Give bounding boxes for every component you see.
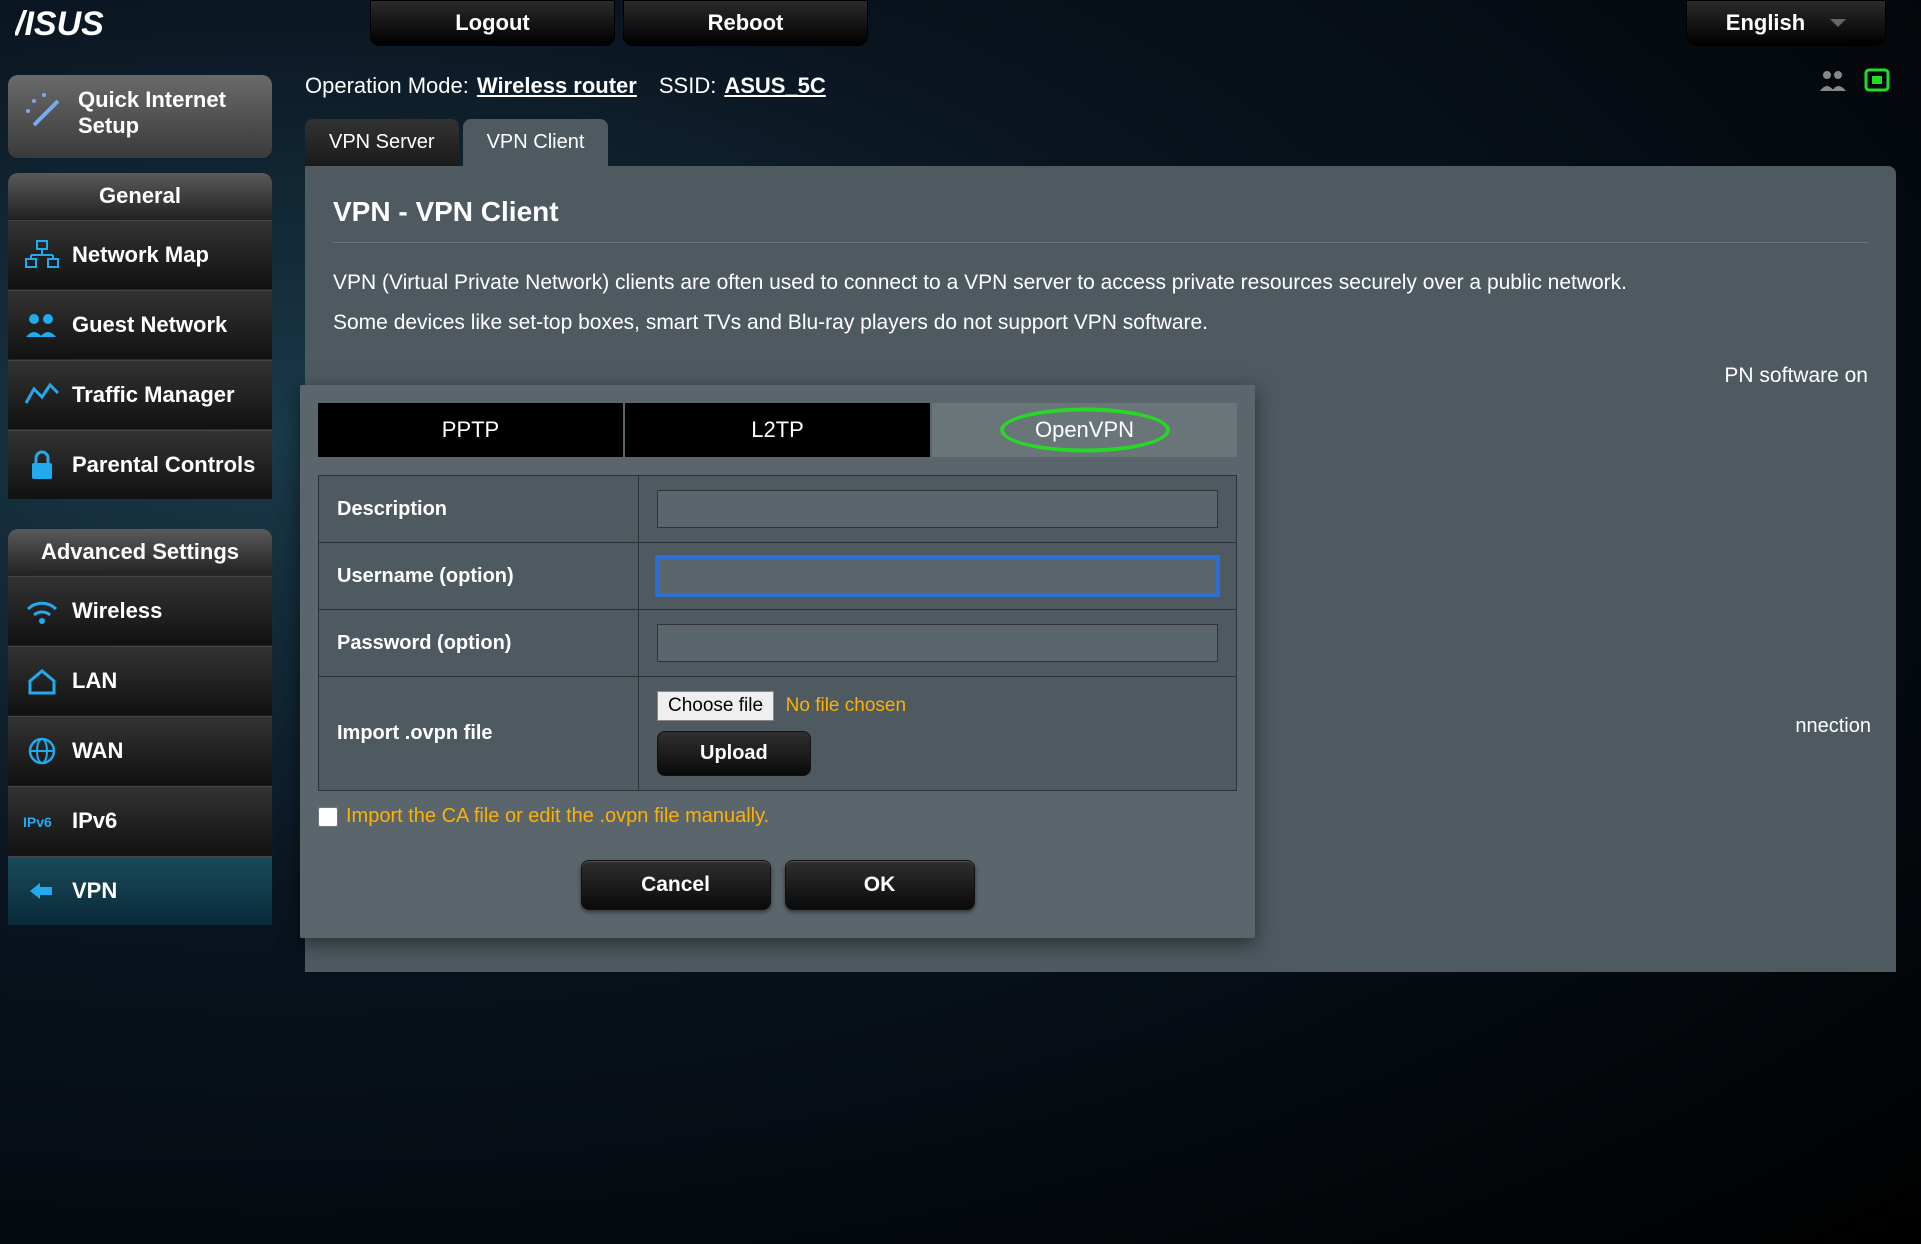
logout-button[interactable]: Logout [370,0,615,46]
language-label: English [1726,10,1805,36]
sidebar: Quick Internet Setup General Network Map… [0,55,280,972]
globe-icon [22,735,62,767]
import-ca-checkbox[interactable] [318,807,338,827]
sidebar-item-traffic-manager[interactable]: Traffic Manager [8,360,272,429]
qis-label: Quick Internet Setup [78,87,248,140]
import-ca-label[interactable]: Import the CA file or edit the .ovpn fil… [346,805,769,828]
sidebar-item-wan[interactable]: WAN [8,716,272,785]
sidebar-item-label: Traffic Manager [72,382,235,408]
ok-button[interactable]: OK [785,860,975,910]
divider [333,242,1868,243]
internet-status-icon[interactable] [1863,67,1891,93]
sidebar-item-label: VPN [72,878,117,904]
description-input[interactable] [657,490,1218,528]
upload-button[interactable]: Upload [657,731,811,776]
lock-icon [22,449,62,481]
tab-bar: VPN Server VPN Client [305,119,1896,166]
import-label: Import .ovpn file [319,677,639,791]
language-selector[interactable]: English [1686,0,1886,46]
description-1: VPN (Virtual Private Network) clients ar… [333,267,1868,299]
sidebar-item-parental-controls[interactable]: Parental Controls [8,430,272,499]
op-mode-label: Operation Mode: [305,73,469,99]
protocol-tab-openvpn[interactable]: OpenVPN [932,403,1237,457]
choose-file-button[interactable]: Choose file [657,691,774,721]
quick-internet-setup-button[interactable]: Quick Internet Setup [8,75,272,158]
top-header: /ISUS Logout Reboot English [0,0,1921,55]
tab-vpn-server[interactable]: VPN Server [305,119,459,166]
description-2: Some devices like set-top boxes, smart T… [333,307,1868,339]
section-header-general: General [8,173,272,219]
svg-text:IPv6: IPv6 [23,814,52,830]
sidebar-item-label: Wireless [72,598,162,624]
file-chosen-status: No file chosen [786,695,906,716]
vpn-icon [22,875,62,907]
protocol-tab-l2tp[interactable]: L2TP [625,403,930,457]
sidebar-item-wireless[interactable]: Wireless [8,576,272,645]
sidebar-item-network-map[interactable]: Network Map [8,220,272,289]
section-header-advanced: Advanced Settings [8,529,272,575]
tab-vpn-client[interactable]: VPN Client [463,119,609,166]
status-bar: Operation Mode: Wireless router SSID: AS… [305,73,1896,99]
sidebar-item-label: Parental Controls [72,452,255,478]
sidebar-item-label: WAN [72,738,123,764]
sidebar-item-guest-network[interactable]: Guest Network [8,290,272,359]
sidebar-item-label: Guest Network [72,312,227,338]
chevron-down-icon [1830,19,1846,27]
reboot-button[interactable]: Reboot [623,0,868,46]
asus-logo: /ISUS [15,5,170,45]
home-icon [22,665,62,697]
ssid-value[interactable]: ASUS_5C [724,73,825,99]
sidebar-item-label: Network Map [72,242,209,268]
op-mode-value[interactable]: Wireless router [477,73,637,99]
sidebar-item-lan[interactable]: LAN [8,646,272,715]
svg-text:/ISUS: /ISUS [15,5,104,43]
sidebar-item-label: LAN [72,668,117,694]
wand-icon [24,91,68,135]
protocol-tab-pptp[interactable]: PPTP [318,403,623,457]
password-label: Password (option) [319,610,639,677]
page-title: VPN - VPN Client [333,196,1868,228]
table-header-connection-partial: nnection [1795,715,1871,738]
sidebar-item-ipv6[interactable]: IPv6 IPv6 [8,786,272,855]
guest-network-icon [22,309,62,341]
username-input[interactable] [657,557,1218,595]
ssid-label: SSID: [659,73,716,99]
sidebar-item-vpn[interactable]: VPN [8,856,272,925]
network-map-icon [22,239,62,271]
profile-form: Description Username (option) Password (… [318,475,1237,791]
clients-icon[interactable] [1818,67,1848,93]
sidebar-item-label: IPv6 [72,808,117,834]
protocol-tabs: PPTP L2TP OpenVPN [318,403,1237,457]
add-profile-dialog: PPTP L2TP OpenVPN Description Username (… [300,385,1255,938]
wifi-icon [22,595,62,627]
cancel-button[interactable]: Cancel [581,860,771,910]
highlight-circle-icon [1000,408,1170,453]
username-label: Username (option) [319,543,639,610]
description-label: Description [319,476,639,543]
ipv6-icon: IPv6 [22,805,62,837]
traffic-manager-icon [22,379,62,411]
password-input[interactable] [657,624,1218,662]
